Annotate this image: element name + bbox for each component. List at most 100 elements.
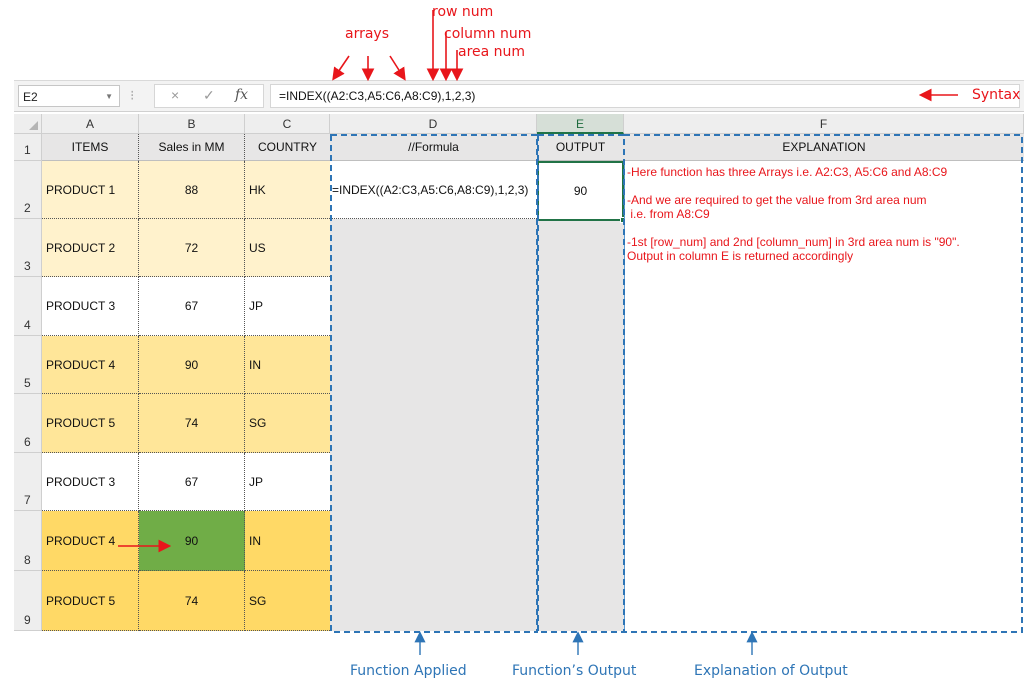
cell-sales-row9[interactable]: 74 xyxy=(139,571,245,631)
sales-value: 67 xyxy=(184,299,199,313)
cell-country-row7[interactable]: JP xyxy=(245,453,330,511)
formula-input[interactable]: =INDEX((A2:C3,A5:C6,A8:C9),1,2,3) xyxy=(270,84,1020,108)
sales-value: 90 xyxy=(184,357,199,372)
cell-country-row3[interactable]: US xyxy=(245,219,330,277)
cell-country-row8[interactable]: IN xyxy=(245,511,330,571)
row-number: 2 xyxy=(24,201,31,215)
column-header-b[interactable]: B xyxy=(139,114,245,134)
cell-d1[interactable]: //Formula xyxy=(330,134,537,161)
item-value: PRODUCT 5 xyxy=(46,416,116,430)
cancel-icon[interactable]: × xyxy=(171,87,179,103)
column-header-a[interactable]: A xyxy=(42,114,139,134)
cell-b1[interactable]: Sales in MM xyxy=(139,134,245,161)
cell-e2-output: 90 xyxy=(573,184,588,198)
row-header-2[interactable]: 2 xyxy=(14,161,42,219)
cell-country-row6[interactable]: SG xyxy=(245,394,330,453)
row-header-1[interactable]: 1 xyxy=(14,134,42,161)
cell-e2[interactable]: 90 xyxy=(537,161,624,221)
name-box[interactable]: E2 ▼ xyxy=(18,85,120,107)
cell-item-row9[interactable]: PRODUCT 5 xyxy=(42,571,139,631)
row-header-3[interactable]: 3 xyxy=(14,219,42,277)
arrays-arrow-1 xyxy=(332,55,350,81)
arrays-arrow-3 xyxy=(389,55,406,81)
country-value: IN xyxy=(249,357,261,372)
syntax-annotation: Syntax xyxy=(972,87,1021,103)
row-header-6[interactable]: 6 xyxy=(14,394,42,453)
cell-sales-row7[interactable]: 67 xyxy=(139,453,245,511)
formula-column-body xyxy=(330,161,537,631)
select-all-corner[interactable] xyxy=(14,114,42,134)
item-value: PRODUCT 3 xyxy=(46,474,116,489)
item-value: PRODUCT 3 xyxy=(46,299,116,313)
row-number: 9 xyxy=(24,613,31,627)
column-num-annotation: column num xyxy=(444,26,532,42)
formula-bar-grip-icon: ⁝ xyxy=(130,87,135,103)
explanation-text: -Here function has three Arrays i.e. A2:… xyxy=(627,165,960,263)
cell-sales-row6[interactable]: 74 xyxy=(139,394,245,453)
area-num-annotation: area num xyxy=(458,44,526,60)
cell-country-row4[interactable]: JP xyxy=(245,277,330,336)
item-value: PRODUCT 4 xyxy=(46,533,116,548)
row-header-5[interactable]: 5 xyxy=(14,336,42,394)
functions-output-label: Function’s Output xyxy=(512,663,637,679)
explanation-of-output-label: Explanation of Output xyxy=(694,663,848,679)
cell-item-row7[interactable]: PRODUCT 3 xyxy=(42,453,139,511)
chevron-down-icon[interactable]: ▼ xyxy=(105,86,113,108)
row-number: 8 xyxy=(24,553,31,567)
cell-sales-row4[interactable]: 67 xyxy=(139,277,245,336)
sales-value: 74 xyxy=(184,416,199,430)
cell-item-row6[interactable]: PRODUCT 5 xyxy=(42,394,139,453)
row-header-4[interactable]: 4 xyxy=(14,277,42,336)
cell-f1[interactable]: EXPLANATION xyxy=(624,134,1024,161)
select-all-icon xyxy=(29,121,38,130)
row-header-7[interactable]: 7 xyxy=(14,453,42,511)
country-value: SG xyxy=(249,416,267,430)
column-header-c[interactable]: C xyxy=(245,114,330,134)
country-value: SG xyxy=(249,593,267,608)
sales-value: 72 xyxy=(184,240,199,255)
cell-sales-row8[interactable]: 90 xyxy=(139,511,245,571)
item-value: PRODUCT 4 xyxy=(46,357,116,372)
cell-e1[interactable]: OUTPUT xyxy=(537,134,624,161)
country-value: HK xyxy=(249,182,266,197)
cell-item-row4[interactable]: PRODUCT 3 xyxy=(42,277,139,336)
item-value: PRODUCT 5 xyxy=(46,593,116,608)
cell-item-row5[interactable]: PRODUCT 4 xyxy=(42,336,139,394)
cell-country-row9[interactable]: SG xyxy=(245,571,330,631)
row-header-8[interactable]: 8 xyxy=(14,511,42,571)
row-number: 1 xyxy=(24,143,31,157)
row-num-annotation: row num xyxy=(432,4,494,20)
column-header-e[interactable]: E xyxy=(537,114,624,134)
name-box-value: E2 xyxy=(23,90,38,104)
insert-function-icon[interactable]: fx xyxy=(235,87,248,103)
cell-item-row3[interactable]: PRODUCT 2 xyxy=(42,219,139,277)
row-number: 3 xyxy=(24,259,31,273)
row-number: 6 xyxy=(24,435,31,449)
cell-country-row2[interactable]: HK xyxy=(245,161,330,219)
cell-a1[interactable]: ITEMS xyxy=(42,134,139,161)
cell-item-row2[interactable]: PRODUCT 1 xyxy=(42,161,139,219)
country-value: JP xyxy=(249,299,264,313)
row-number: 5 xyxy=(24,376,31,390)
cell-item-row8[interactable]: PRODUCT 4 xyxy=(42,511,139,571)
cell-sales-row5[interactable]: 90 xyxy=(139,336,245,394)
formula-bar: E2 ▼ ⁝ × ✓ fx =INDEX((A2:C3,A5:C6,A8:C9)… xyxy=(14,80,1024,112)
row-header-9[interactable]: 9 xyxy=(14,571,42,631)
column-header-d[interactable]: D xyxy=(330,114,537,134)
cell-f2[interactable]: -Here function has three Arrays i.e. A2:… xyxy=(624,161,1024,631)
cell-sales-row3[interactable]: 72 xyxy=(139,219,245,277)
cell-d2[interactable]: =INDEX((A2:C3,A5:C6,A8:C9),1,2,3) xyxy=(330,161,537,219)
formula-bar-buttons: × ✓ fx xyxy=(154,84,264,108)
cell-c1[interactable]: COUNTRY xyxy=(245,134,330,161)
cell-d2-formula: =INDEX((A2:C3,A5:C6,A8:C9),1,2,3) xyxy=(332,183,529,197)
cell-country-row5[interactable]: IN xyxy=(245,336,330,394)
row-number: 7 xyxy=(24,493,31,507)
item-value: PRODUCT 2 xyxy=(46,240,116,255)
enter-check-icon[interactable]: ✓ xyxy=(203,87,215,104)
sales-value: 90 xyxy=(184,533,199,548)
cell-sales-row2[interactable]: 88 xyxy=(139,161,245,219)
country-value: JP xyxy=(249,474,264,489)
sales-value: 67 xyxy=(184,474,199,489)
column-header-f[interactable]: F xyxy=(624,114,1024,134)
function-applied-label: Function Applied xyxy=(350,663,467,679)
